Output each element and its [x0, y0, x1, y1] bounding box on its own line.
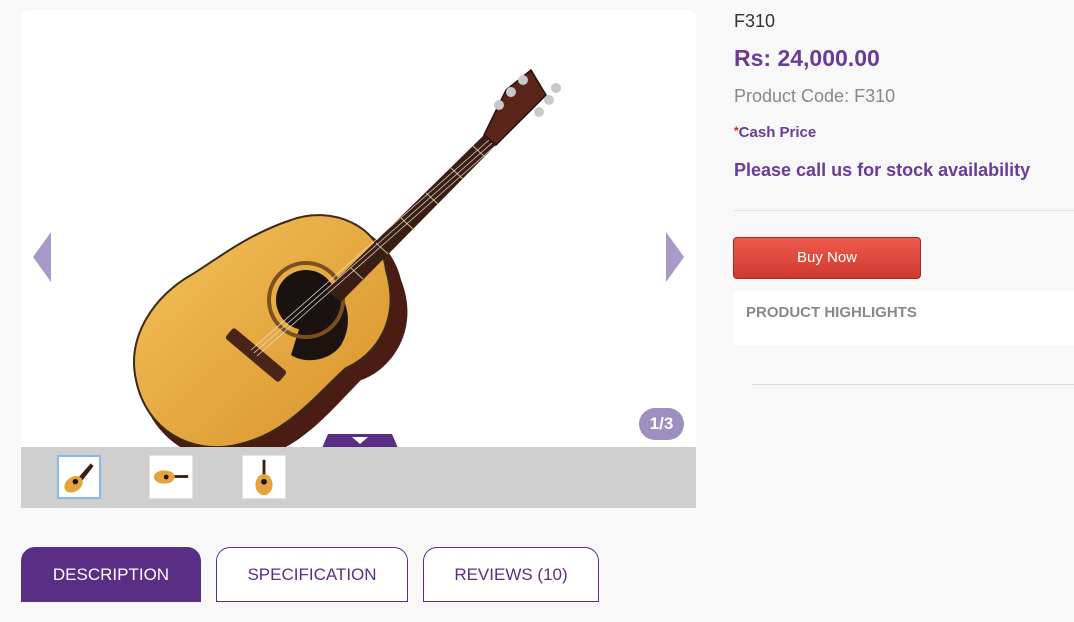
thumbnail-2[interactable] [149, 455, 193, 499]
next-arrow-icon[interactable] [664, 232, 684, 282]
cash-price-label: Cash Price [738, 124, 817, 141]
thumbnail-3[interactable] [242, 455, 286, 499]
divider [752, 384, 1074, 385]
cash-price-note: *Cash Price [734, 124, 816, 141]
thumbnail-toggle-tab[interactable] [322, 434, 398, 448]
product-highlights-panel[interactable]: PRODUCT HIGHLIGHTS [733, 291, 1074, 345]
image-counter: 1/3 [639, 408, 684, 440]
buy-now-button[interactable]: Buy Now [733, 237, 921, 279]
divider [734, 210, 1074, 211]
tab-description[interactable]: DESCRIPTION [21, 547, 201, 602]
thumbnail-1[interactable] [57, 455, 101, 499]
guitar-image [133, 68, 561, 462]
guitar-thumbnail-icon [255, 459, 273, 496]
thumbnail-strip [21, 447, 696, 508]
product-code: Product Code: F310 [734, 86, 896, 106]
product-gallery: 1/3 [21, 10, 696, 508]
guitar-thumbnail-icon [153, 470, 189, 484]
guitar-thumbnail-icon [64, 463, 94, 493]
product-price: Rs: 24,000.00 [734, 45, 880, 71]
tab-reviews[interactable]: REVIEWS (10) [423, 547, 599, 602]
product-model: F310 [734, 11, 776, 31]
product-highlights-label: PRODUCT HIGHLIGHTS [746, 304, 917, 321]
stock-availability-note: Please call us for stock availability [734, 160, 1031, 180]
previous-arrow-icon[interactable] [33, 232, 53, 282]
tab-specification[interactable]: SPECIFICATION [216, 547, 408, 602]
